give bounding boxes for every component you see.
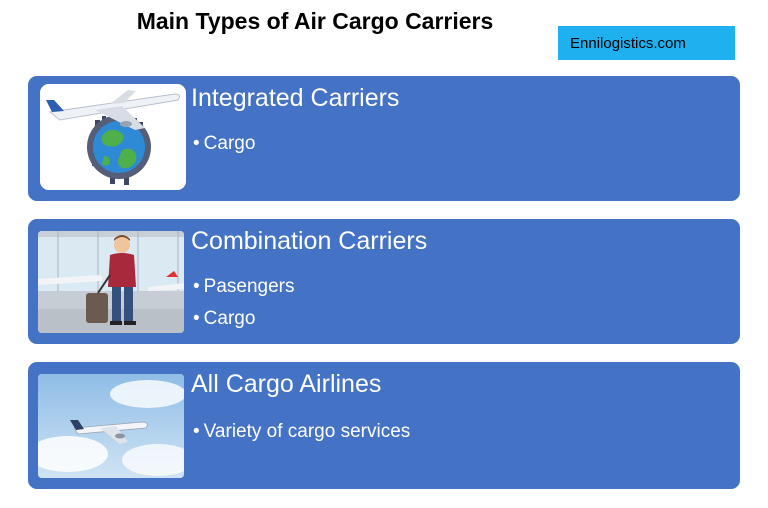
card-all-cargo-airlines: All Cargo Airlines Variety of cargo serv…	[28, 362, 740, 489]
bullet-item: Cargo	[193, 303, 295, 335]
bullet-list: Variety of cargo services	[193, 416, 411, 448]
card-title: Combination Carriers	[191, 227, 428, 255]
plane-over-globe-icon	[40, 84, 186, 190]
bullet-item: Cargo	[193, 128, 256, 160]
card-integrated-carriers: Integrated Carriers Cargo	[28, 76, 740, 201]
bullet-list: Cargo	[193, 128, 256, 160]
card-combination-carriers: Combination Carriers Pasengers Cargo	[28, 219, 740, 344]
bullet-item: Pasengers	[193, 271, 295, 303]
page-title: Main Types of Air Cargo Carriers	[136, 8, 494, 34]
brand-badge: Ennilogistics.com	[558, 26, 735, 60]
card-title: Integrated Carriers	[191, 84, 400, 112]
card-title: All Cargo Airlines	[191, 370, 382, 398]
bullet-list: Pasengers Cargo	[193, 271, 295, 335]
traveler-at-airport-icon	[38, 231, 184, 333]
brand-label: Ennilogistics.com	[570, 34, 686, 52]
plane-in-sky-icon	[38, 374, 184, 478]
bullet-item: Variety of cargo services	[193, 416, 411, 448]
